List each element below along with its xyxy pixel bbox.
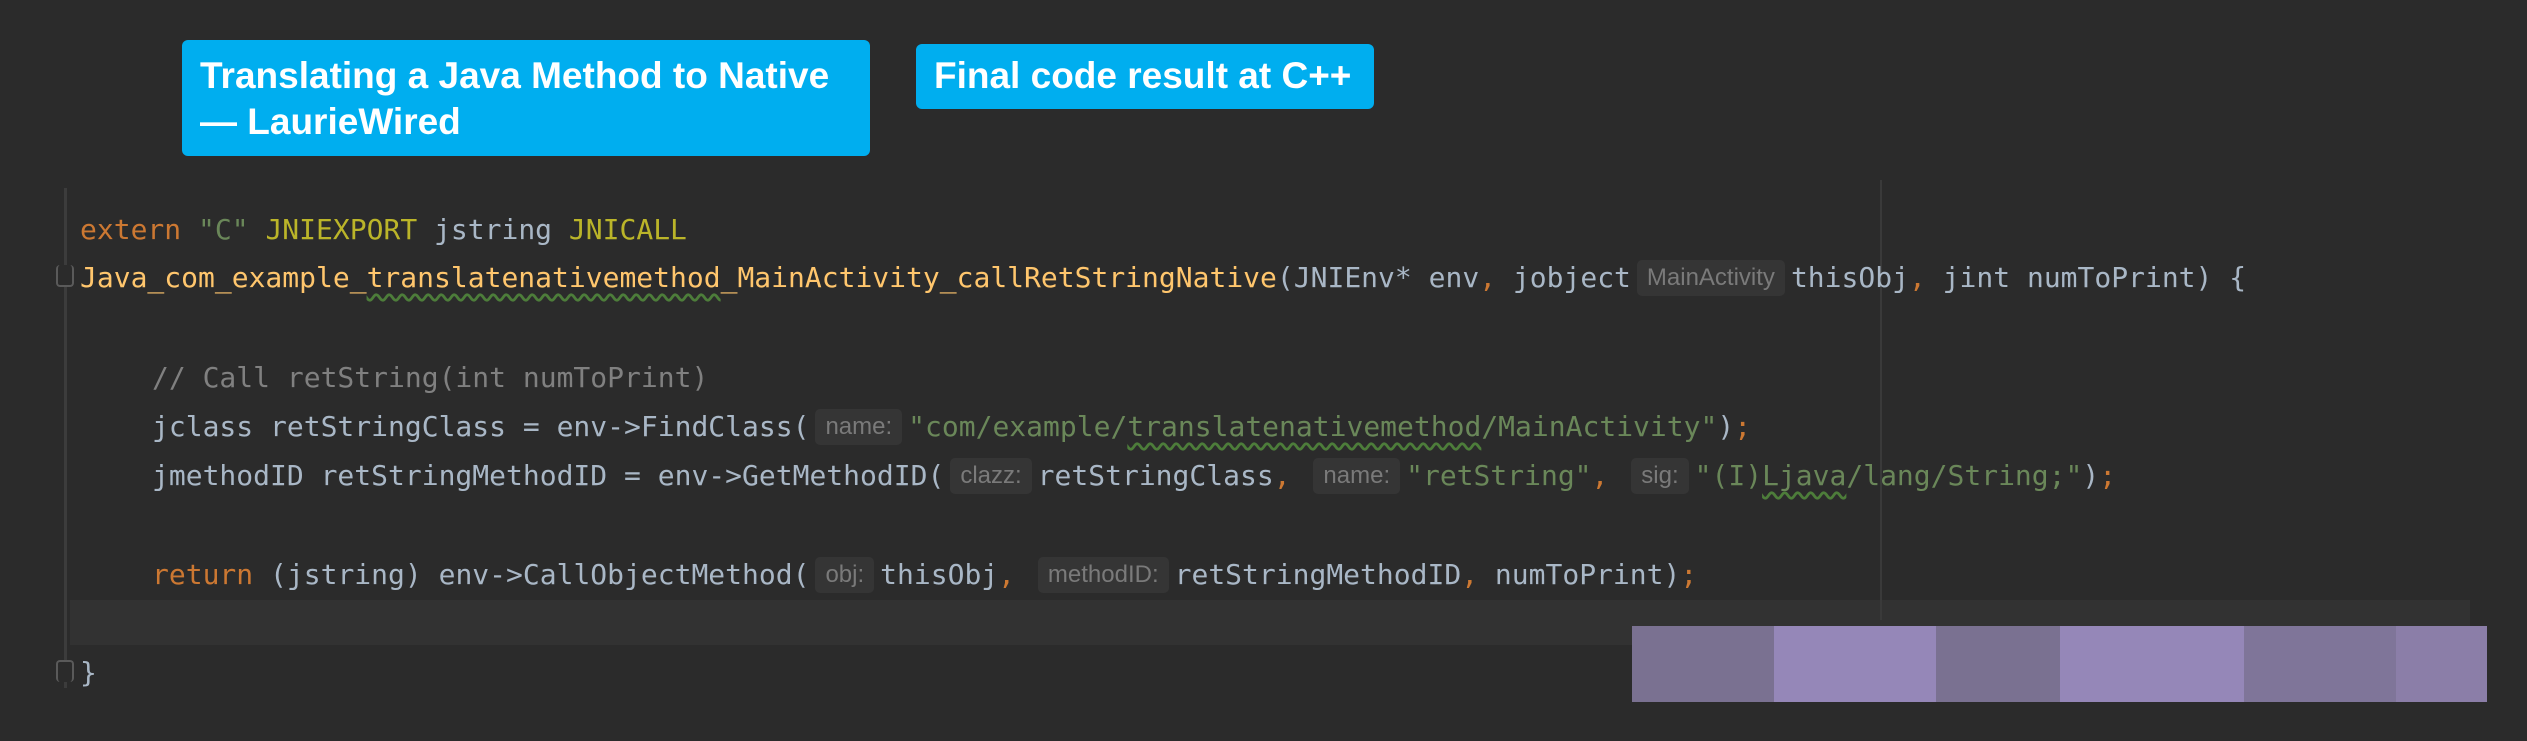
param-thisobj: thisObj: [1790, 261, 1909, 294]
code-line-6[interactable]: return (jstring) env->CallObjectMethod(o…: [80, 550, 1697, 600]
arg-retstringmethodid: retStringMethodID: [1174, 558, 1462, 591]
string-class-path-1: "com/example/: [908, 410, 1128, 443]
overlay-block: [1632, 626, 1774, 702]
code-line-5[interactable]: jmethodID retStringMethodID = env->GetMe…: [80, 451, 2116, 501]
result-caption-text: Final code result at C++: [934, 55, 1352, 96]
macro-jnicall: JNICALL: [568, 213, 687, 246]
gutter-fold-line: [64, 188, 67, 688]
code-line-4[interactable]: jclass retStringClass = env->FindClass(n…: [80, 402, 1751, 452]
arg-numtoprint: numToPrint): [1478, 558, 1681, 591]
code-line-2[interactable]: Java_com_example_translatenativemethod_M…: [80, 253, 2246, 303]
inlay-hint-methodid: methodID:: [1037, 557, 1169, 593]
title-caption: Translating a Java Method to Native — La…: [182, 40, 870, 156]
blurred-overlay: [1632, 626, 2487, 702]
getmethodid-call: jmethodID retStringMethodID = env->GetMe…: [152, 459, 945, 492]
function-name-part1: Java_com_example_: [80, 261, 367, 294]
param-numtoprint: jint numToPrint) {: [1925, 261, 2247, 294]
overlay-block: [1774, 626, 1936, 702]
param-env: (JNIEnv* env: [1276, 261, 1480, 294]
comma: ,: [1591, 459, 1609, 492]
inlay-hint-clazz: clazz:: [950, 458, 1032, 494]
macro-jniexport: JNIEXPORT: [265, 213, 418, 246]
inlay-hint-sig: sig:: [1631, 458, 1689, 494]
overlay-block: [2244, 626, 2396, 702]
inlay-hint-obj: obj:: [815, 557, 875, 593]
close-paren: ): [1717, 410, 1735, 443]
semicolon: ;: [2099, 459, 2117, 492]
string-signature-2: Ljava: [1762, 459, 1847, 492]
semicolon: ;: [1680, 558, 1698, 591]
overlay-block: [1936, 626, 2060, 702]
inlay-hint-mainactivity: MainActivity: [1636, 260, 1785, 296]
code-line-7[interactable]: }: [80, 648, 97, 698]
inlay-hint-name: name:: [815, 409, 903, 445]
inlay-hint-name: name:: [1313, 458, 1401, 494]
fold-close-icon[interactable]: [56, 660, 74, 682]
arg-retstringclass: retStringClass: [1037, 459, 1274, 492]
callobjectmethod-call: (jstring) env->CallObjectMethod(: [253, 558, 810, 591]
comma: ,: [1908, 261, 1926, 294]
overlay-block: [2396, 626, 2487, 702]
fold-open-icon[interactable]: [56, 265, 74, 287]
keyword-return: return: [152, 558, 254, 591]
string-c: "C": [198, 213, 249, 246]
type-jstring: jstring: [434, 213, 553, 246]
string-class-path-2: translatenativemethod: [1127, 410, 1482, 443]
semicolon: ;: [1734, 410, 1752, 443]
keyword-extern: extern: [80, 213, 182, 246]
param-jobject: jobject: [1496, 261, 1631, 294]
title-line-1: Translating a Java Method to Native: [200, 55, 830, 96]
string-signature-3: /lang/String;": [1846, 459, 2083, 492]
code-line-3[interactable]: // Call retString(int numToPrint): [80, 353, 708, 403]
comma: ,: [1273, 459, 1291, 492]
string-signature-1: "(I): [1694, 459, 1763, 492]
string-retstring: "retString": [1406, 459, 1592, 492]
closing-brace: }: [80, 656, 97, 689]
code-line-1[interactable]: extern "C" JNIEXPORT jstring JNICALL: [80, 205, 687, 255]
comma: ,: [1479, 261, 1497, 294]
function-name-part2: translatenativemethod: [366, 261, 721, 294]
close-paren: ): [2082, 459, 2100, 492]
comment: // Call retString(int numToPrint): [152, 361, 709, 394]
string-class-path-3: /MainActivity": [1481, 410, 1718, 443]
title-line-2: — LaurieWired: [200, 101, 461, 142]
function-name-part3: _MainActivity_callRetStringNative: [720, 261, 1277, 294]
findclass-call: jclass retStringClass = env->FindClass(: [152, 410, 810, 443]
comma: ,: [998, 558, 1016, 591]
result-caption: Final code result at C++: [916, 44, 1374, 109]
comma: ,: [1461, 558, 1479, 591]
arg-thisobj: thisObj: [880, 558, 999, 591]
right-margin-guide: [1880, 180, 1882, 620]
overlay-block: [2060, 626, 2244, 702]
